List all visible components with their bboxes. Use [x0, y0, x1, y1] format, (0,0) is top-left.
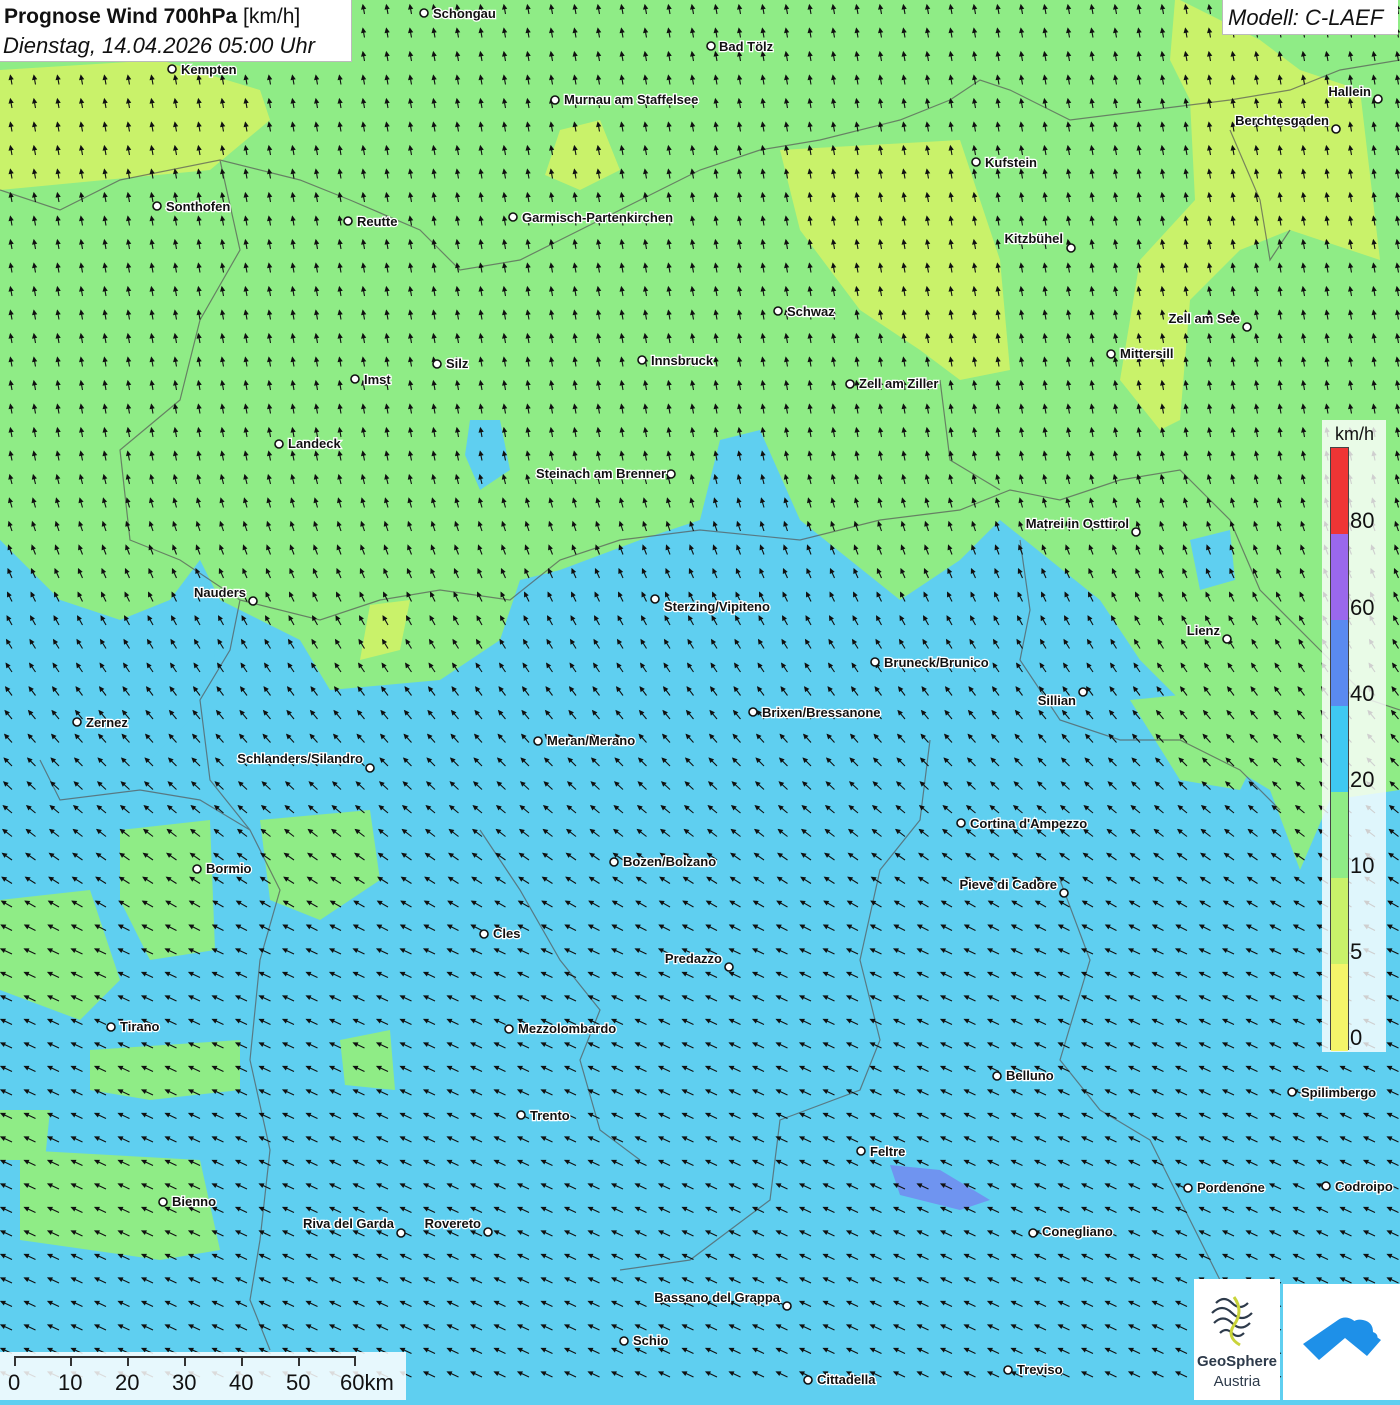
- wind-zone-10-20: [340, 1030, 395, 1090]
- forecast-map: SchongauBad TölzKemptenMurnau am Staffel…: [0, 0, 1400, 1400]
- wind-zone-10-20: [90, 1040, 240, 1100]
